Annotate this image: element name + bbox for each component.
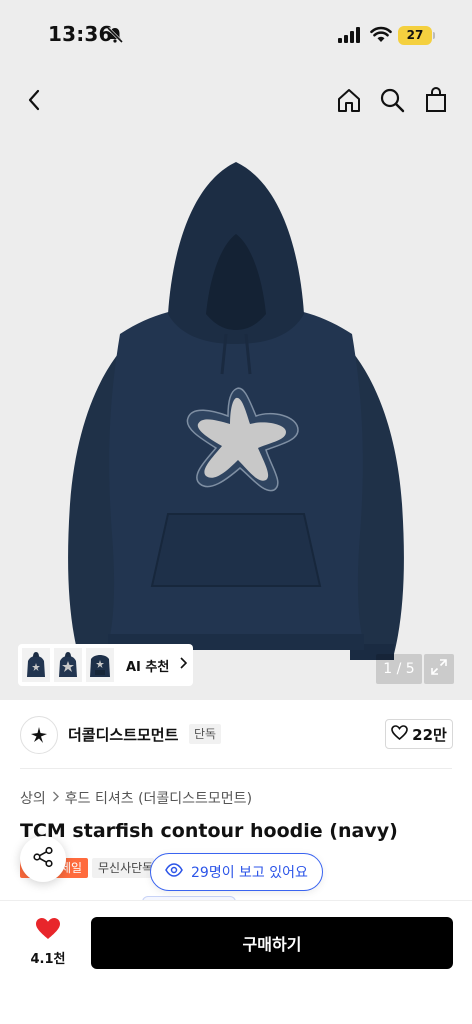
home-button[interactable] <box>331 84 367 120</box>
chevron-right-icon <box>179 657 188 673</box>
expand-button[interactable] <box>424 654 454 684</box>
product-image-gallery[interactable]: AI 추천 1 / 5 <box>0 134 472 700</box>
bell-slash-icon <box>106 26 124 48</box>
heart-outline-icon <box>391 724 408 744</box>
share-button[interactable] <box>20 836 66 882</box>
viewer-count-pill: 29명이 보고 있어요 <box>150 853 323 891</box>
share-icon <box>32 846 54 872</box>
ai-recommend-strip[interactable]: AI 추천 <box>18 644 194 686</box>
brand-name[interactable]: 더콜디스트모먼트 <box>68 724 178 745</box>
battery-tip <box>433 32 435 39</box>
status-bar: 13:36 27 <box>0 0 472 70</box>
battery-indicator: 27 <box>398 26 432 45</box>
shopping-bag-icon <box>424 87 448 117</box>
status-time: 13:36 <box>48 22 113 46</box>
search-icon <box>379 87 405 117</box>
image-pager: 1 / 5 <box>376 654 422 684</box>
top-nav <box>0 70 472 134</box>
brand-like-button[interactable]: 22만 <box>385 719 453 749</box>
thumbnail-back[interactable] <box>54 648 82 682</box>
hoodie-photo <box>68 162 404 660</box>
home-icon <box>336 87 362 117</box>
buy-button[interactable]: 구매하기 <box>91 917 453 969</box>
wishlist-count: 4.1천 <box>30 952 66 967</box>
wifi-icon <box>370 26 392 47</box>
heart-icon <box>35 917 61 944</box>
thumbnail-detail[interactable] <box>86 648 114 682</box>
breadcrumb-category[interactable]: 상의 <box>20 788 46 808</box>
expand-icon <box>430 658 448 680</box>
brand-row: 더콜디스트모먼트 단독 22만 <box>0 700 472 768</box>
cart-button[interactable] <box>418 84 454 120</box>
breadcrumb-subcategory[interactable]: 후드 티셔츠 (더콜디스트모먼트) <box>65 788 252 808</box>
search-button[interactable] <box>374 84 410 120</box>
signal-icon <box>338 27 362 47</box>
eye-icon <box>165 863 183 881</box>
thumbnail-front[interactable] <box>22 648 50 682</box>
chevron-left-icon <box>27 89 41 115</box>
viewer-count-text: 29명이 보고 있어요 <box>191 865 308 881</box>
ai-recommend-label: AI 추천 <box>126 659 170 675</box>
chevron-right-icon <box>52 790 59 806</box>
exclusive-badge: 단독 <box>189 724 222 744</box>
product-title: TCM starfish contour hoodie (navy) <box>20 820 398 842</box>
brand-like-count: 22만 <box>412 725 447 744</box>
wishlist-button[interactable]: 4.1천 <box>22 917 74 967</box>
divider <box>20 768 452 769</box>
brand-logo[interactable] <box>20 716 58 754</box>
musinsa-exclusive-badge: 무신사단독 <box>92 858 154 878</box>
back-button[interactable] <box>16 84 52 120</box>
bottom-action-bar: 4.1천 구매하기 <box>0 900 472 1024</box>
breadcrumb: 상의 후드 티셔츠 (더콜디스트모먼트) <box>20 788 252 808</box>
